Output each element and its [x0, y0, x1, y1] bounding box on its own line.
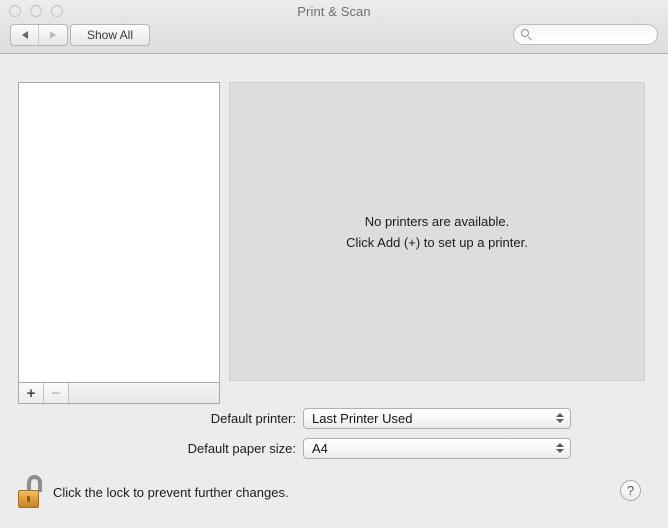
print-and-scan-window: Print & Scan Show All + − No printers ar…	[0, 0, 668, 528]
plus-icon: +	[26, 384, 36, 402]
empty-state-line-1: No printers are available.	[364, 213, 510, 229]
remove-printer-button[interactable]: −	[44, 383, 69, 403]
printer-detail-panel: No printers are available. Click Add (+)…	[229, 82, 645, 381]
navigation-segmented-control	[10, 24, 68, 46]
chevron-left-icon	[21, 31, 28, 39]
printer-list-toolbar: + −	[18, 383, 220, 404]
default-paper-size-label: Default paper size:	[187, 440, 296, 456]
minus-icon: −	[51, 384, 61, 402]
add-printer-button[interactable]: +	[19, 383, 44, 403]
show-all-label: Show All	[86, 28, 134, 42]
stepper-arrows-icon	[555, 409, 565, 428]
stepper-arrows-icon	[555, 439, 565, 458]
chevron-right-icon	[50, 31, 56, 39]
default-printer-label: Default printer:	[210, 410, 296, 426]
default-paper-size-row: Default paper size: A4	[0, 437, 571, 459]
forward-button[interactable]	[39, 25, 67, 45]
printer-list[interactable]	[19, 83, 219, 382]
empty-state-message: No printers are available. Click Add (+)…	[346, 211, 528, 253]
preferences-content: + − No printers are available. Click Add…	[0, 55, 668, 528]
search-input[interactable]	[537, 27, 649, 42]
search-field[interactable]	[513, 24, 658, 45]
lock-row: Click the lock to prevent further change…	[18, 472, 289, 512]
search-icon	[521, 28, 533, 41]
empty-state-line-2: Click Add (+) to set up a printer.	[346, 234, 528, 250]
question-mark-icon: ?	[626, 483, 635, 498]
window-titlebar: Print & Scan Show All	[0, 0, 668, 54]
show-all-button[interactable]: Show All	[70, 24, 150, 46]
default-printer-popup[interactable]: Last Printer Used	[303, 407, 571, 429]
back-button[interactable]	[11, 25, 40, 45]
window-title: Print & Scan	[297, 4, 371, 19]
lock-hint-text: Click the lock to prevent further change…	[53, 484, 289, 500]
default-paper-size-popup[interactable]: A4	[303, 437, 571, 459]
help-button[interactable]: ?	[620, 480, 641, 501]
default-printer-value: Last Printer Used	[312, 410, 413, 426]
default-paper-size-value: A4	[312, 440, 328, 456]
default-printer-row: Default printer: Last Printer Used	[0, 407, 571, 429]
toolbar-filler	[69, 383, 219, 403]
printer-list-box[interactable]	[18, 82, 220, 383]
unlocked-padlock-icon[interactable]	[18, 475, 44, 509]
